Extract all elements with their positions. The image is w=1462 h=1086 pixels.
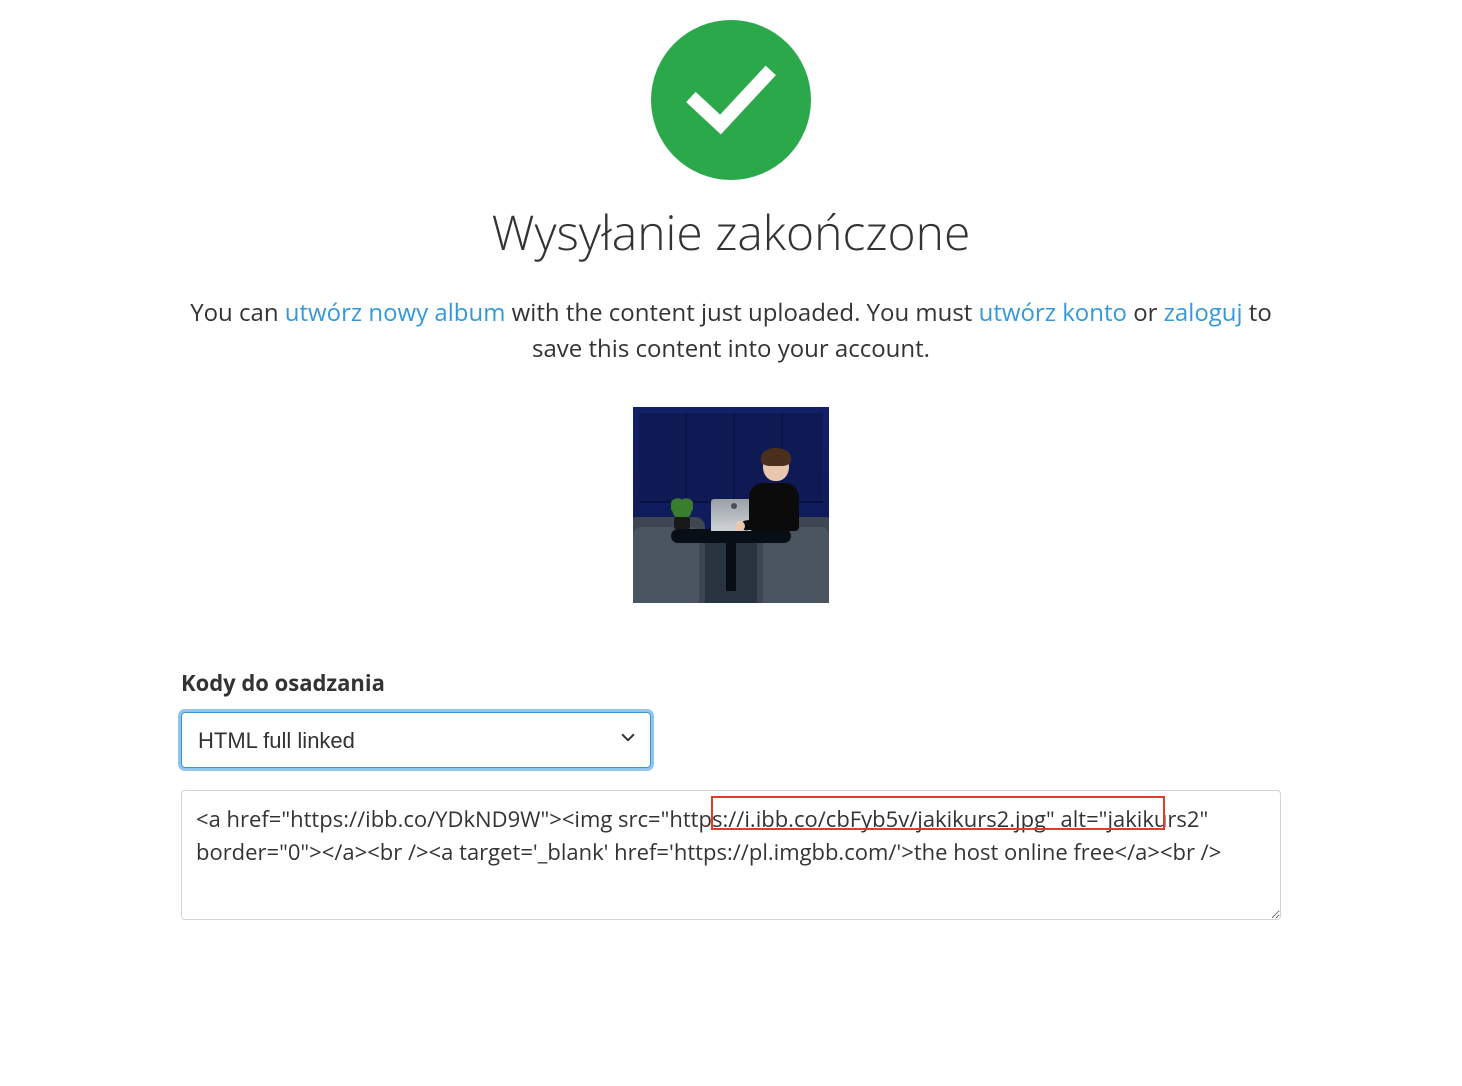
msg-part3: or xyxy=(1127,296,1164,329)
upload-complete-message: You can utwórz nowy album with the conte… xyxy=(181,295,1281,367)
embed-codes-heading: Kody do osadzania xyxy=(181,668,1281,698)
msg-part1: You can xyxy=(190,296,285,329)
login-link[interactable]: zaloguj xyxy=(1164,296,1243,329)
embed-code-textarea[interactable] xyxy=(181,790,1281,920)
embed-format-select[interactable]: HTML full linked xyxy=(181,712,651,768)
checkmark-icon xyxy=(686,65,776,135)
uploaded-image-thumbnail[interactable] xyxy=(633,407,829,603)
msg-part2: with the content just uploaded. You must xyxy=(505,296,978,329)
upload-complete-title: Wysyłanie zakończone xyxy=(181,200,1281,265)
create-album-link[interactable]: utwórz nowy album xyxy=(285,296,506,329)
create-account-link[interactable]: utwórz konto xyxy=(979,296,1127,329)
success-check-icon xyxy=(651,20,811,180)
